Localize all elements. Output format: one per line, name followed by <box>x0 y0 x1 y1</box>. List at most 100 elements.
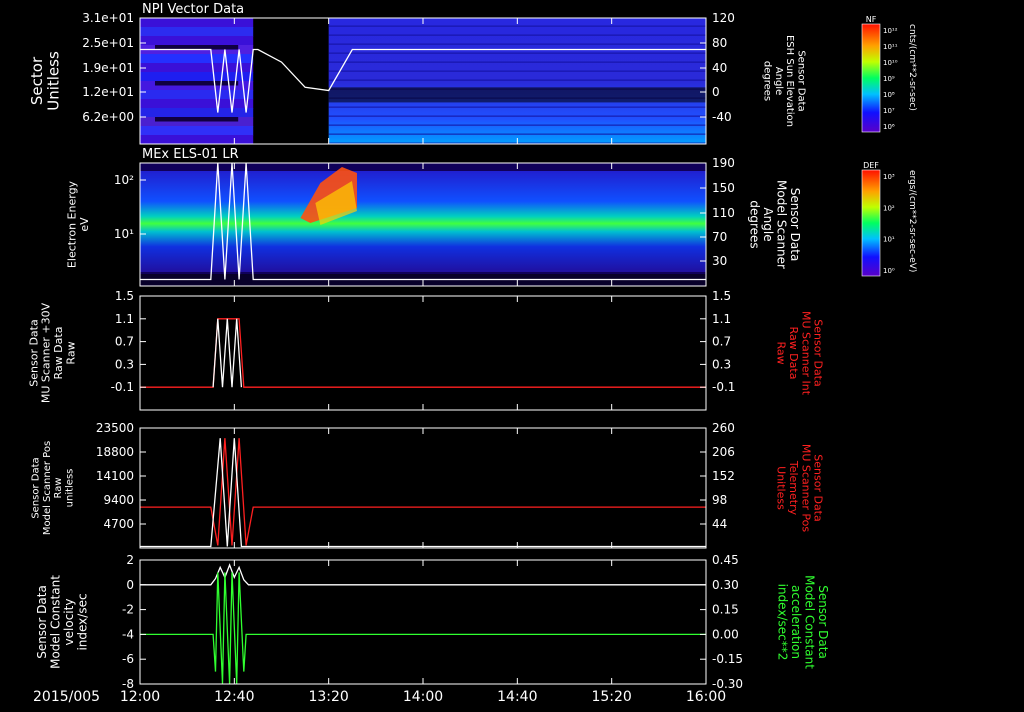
y2-axis-title-line: Angle <box>761 207 775 241</box>
npi-heatmap-stripe <box>328 43 706 45</box>
y2-axis-title-line: Sensor Data <box>816 585 830 659</box>
npi-heatmap-gap <box>155 117 239 122</box>
colorbar-nf-tick: 10⁶ <box>883 123 895 131</box>
y-axis-title-line: unitless <box>64 469 75 508</box>
y-axis-title-line: Sensor Data <box>31 457 42 518</box>
y2-axis-title: Sensor DataModel Constantaccelerationind… <box>776 575 830 669</box>
y-tick-label: 18800 <box>96 445 134 459</box>
x-tick-label: 12:40 <box>214 689 254 705</box>
npi-heatmap-row <box>140 18 254 28</box>
y-axis-title-line: Sector <box>28 56 46 105</box>
y-axis-title-line: Sensor Data <box>35 585 49 659</box>
y2-tick-label: 70 <box>712 230 727 244</box>
y-axis-title: Sensor Data Model Constant velocity index/s… <box>35 575 89 669</box>
npi-heatmap-row <box>140 90 254 100</box>
x-tick-label: 15:20 <box>591 689 631 705</box>
y2-tick-label: 1.1 <box>712 312 731 326</box>
y-axis-title-line: Raw <box>64 341 77 364</box>
y2-axis-title-line: ESH Sun Elevation <box>784 35 795 127</box>
y-tick-label: 14100 <box>96 469 134 483</box>
npi-heatmap-stripe <box>328 133 706 135</box>
y2-axis-title-line: Sensor Data <box>812 319 825 386</box>
colorbar-def-tick: 10¹ <box>883 236 895 244</box>
colorbar-nf-tick: 10⁸ <box>883 91 895 99</box>
npi-heatmap-row <box>140 27 254 37</box>
npi-heatmap-stripe <box>328 124 706 126</box>
y2-tick-label: 0.45 <box>712 553 739 567</box>
y-tick-label: 9400 <box>103 493 134 507</box>
npi-heatmap-stripe <box>328 115 706 117</box>
colorbar-def-label: DEF <box>863 161 879 170</box>
colorbar-nf-tick: 10⁷ <box>883 107 895 115</box>
y-tick-label: 1.1 <box>115 312 134 326</box>
colorbar-def-bar <box>861 169 881 277</box>
y-tick-label: 0.3 <box>115 357 134 371</box>
y2-axis-title-line: Raw Data <box>787 327 800 380</box>
chart-figure: 3.1e+01 2.5e+01 1.9e+01 1.2e+01 6.2e+00 120 80… <box>0 0 1024 708</box>
x-tick-label: 13:20 <box>308 689 348 705</box>
colorbar-nf-unit-text: cnts/(cm**2-sr-sec) <box>907 24 917 111</box>
y-axis-title-line: Model Scanner Pos <box>42 441 53 535</box>
x-tick-label: 14:40 <box>497 689 537 705</box>
y-tick-label: 0.7 <box>115 335 134 349</box>
npi-heatmap-row <box>140 99 254 109</box>
y-axis-title-line: index/sec <box>75 593 89 650</box>
y-tick-label: -4 <box>122 627 134 641</box>
npi-heatmap-gap <box>155 81 239 86</box>
colorbar-def-unit: ergs/(cm**2-sr-sec-eV) <box>907 170 917 272</box>
y-axis-title-line: Raw <box>53 477 64 498</box>
y2-axis-title: Sensor DataModel ScannerAngledegrees <box>748 180 802 269</box>
y-tick-label: -2 <box>122 603 134 617</box>
y2-tick-label: 206 <box>712 445 735 459</box>
npi-heatmap-row <box>140 126 254 136</box>
y-axis-title-line: Model Constant <box>48 575 62 669</box>
y2-axis-title-line: Sensor Data <box>812 454 825 521</box>
y-axis-title-line: Sensor Data <box>27 319 40 386</box>
y2-tick-label: 120 <box>712 11 735 25</box>
y-axis-title-line: Unitless <box>45 51 63 111</box>
y2-tick-label: 80 <box>712 36 727 50</box>
y-tick-label: 6.2e+00 <box>82 110 134 124</box>
y-tick-label: -0.1 <box>111 380 134 394</box>
npi-heatmap-row <box>140 135 254 144</box>
y-tick-label: 10¹ <box>114 227 134 241</box>
y-tick-label: 1.9e+01 <box>82 61 134 75</box>
y2-tick-label: 0 <box>712 85 720 99</box>
y-tick-label: 2 <box>126 553 134 567</box>
y-tick-label: 3.1e+01 <box>82 11 134 25</box>
y2-tick-label: 40 <box>712 61 727 75</box>
y2-axis-title-line: Model Scanner <box>775 180 789 269</box>
npi-heatmap <box>140 18 706 144</box>
npi-heatmap-darkband <box>328 87 706 103</box>
y2-tick-label: -0.1 <box>712 380 735 394</box>
colorbar-def-unit-text: ergs/(cm**2-sr-sec-eV) <box>907 170 917 272</box>
npi-heatmap-stripe <box>328 61 706 63</box>
chart-svg: 3.1e+01 2.5e+01 1.9e+01 1.2e+01 6.2e+00 120 80… <box>27 2 917 705</box>
colorbar-nf-tick: 10¹⁰ <box>883 59 898 67</box>
npi-heatmap-row <box>140 54 254 64</box>
y-axis-title-line: Electron Energy <box>66 180 79 268</box>
y2-axis-title-line: index/sec**2 <box>776 584 790 661</box>
y2-tick-label: 0.7 <box>712 335 731 349</box>
colorbar-nf-bar <box>861 23 881 133</box>
y-axis-title-line: velocity <box>62 599 76 646</box>
y2-axis-title-line: MU Scanner Pos <box>799 444 812 533</box>
y-axis-title-line: MU Scanner +30V <box>40 302 53 403</box>
y2-tick-label: 30 <box>712 254 727 268</box>
panel-title: MEx ELS-01 LR <box>142 147 239 162</box>
y-axis-title: Sensor Data MU Scanner +30V Raw Data Raw <box>27 302 77 403</box>
colorbar-nf-label: NF <box>866 15 877 24</box>
panel-title: NPI Vector Data <box>142 2 244 17</box>
npi-heatmap-stripe <box>328 34 706 36</box>
y2-tick-label: 260 <box>712 421 735 435</box>
y-tick-label: 4700 <box>103 517 134 531</box>
colorbar-nf-tick: 10¹¹ <box>883 43 898 51</box>
y-tick-label: 1.5 <box>115 289 134 303</box>
y2-tick-label: 0.15 <box>712 603 739 617</box>
npi-heatmap-stripe <box>328 79 706 81</box>
x-tick-label: 16:00 <box>686 689 726 705</box>
y2-axis-title-line: Unitless <box>775 466 788 510</box>
colorbar-def-tick: 10⁰ <box>883 267 895 275</box>
y-tick-label: -6 <box>122 652 134 666</box>
y-tick-label: 2.5e+01 <box>82 36 134 50</box>
